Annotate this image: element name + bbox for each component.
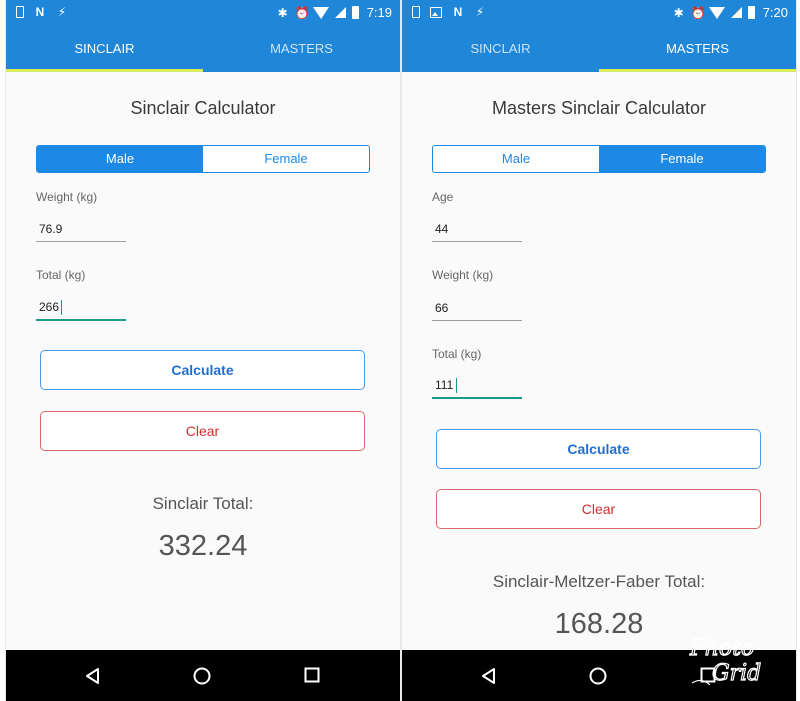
n-icon: N — [453, 5, 463, 19]
weight-label: Weight (kg) — [36, 190, 98, 204]
tab-masters[interactable]: MASTERS — [203, 26, 400, 72]
total-input[interactable] — [432, 373, 522, 399]
content: Masters Sinclair Calculator Male Female … — [402, 72, 796, 650]
result-value: 332.24 — [158, 530, 248, 562]
screen-icon — [412, 6, 420, 18]
gender-toggle: Male Female — [36, 145, 370, 173]
bluetooth-icon: ✱ — [673, 5, 684, 20]
weight-input[interactable] — [36, 216, 126, 242]
text-caret — [456, 378, 457, 393]
status-time: 7:19 — [366, 5, 392, 20]
calculate-button[interactable]: Calculate — [436, 429, 761, 469]
age-input[interactable] — [432, 216, 522, 242]
status-bar: N ⚡ ✱ ⏰ 7:19 — [6, 0, 400, 26]
clear-button[interactable]: Clear — [436, 489, 761, 529]
screen-icon — [16, 6, 24, 18]
back-icon[interactable] — [480, 667, 496, 690]
n-icon: N — [35, 5, 45, 19]
alarm-icon: ⏰ — [294, 5, 310, 20]
gender-female[interactable]: Female — [203, 146, 369, 172]
wifi-icon — [708, 6, 725, 19]
home-icon[interactable] — [589, 667, 607, 690]
gender-male[interactable]: Male — [37, 146, 203, 172]
svg-text:Photo: Photo — [689, 636, 754, 661]
result-label: Sinclair Total: — [152, 494, 254, 513]
battery-icon — [351, 6, 359, 19]
calculate-button[interactable]: Calculate — [40, 350, 365, 390]
gender-female[interactable]: Female — [599, 146, 765, 172]
clear-button[interactable]: Clear — [40, 411, 365, 451]
bolt-icon: ⚡ — [57, 5, 67, 19]
signal-icon — [730, 7, 742, 18]
tab-masters[interactable]: MASTERS — [599, 26, 796, 72]
text-caret — [61, 300, 62, 315]
home-icon[interactable] — [193, 667, 211, 690]
status-bar: N ⚡ ✱ ⏰ 7:20 — [402, 0, 796, 26]
wifi-icon — [312, 6, 329, 19]
photo-grid-watermark: Photo Grid — [682, 625, 782, 695]
age-label: Age — [432, 190, 454, 204]
tab-bar: SINCLAIR MASTERS — [6, 26, 400, 72]
alarm-icon: ⏰ — [690, 5, 706, 20]
gender-male[interactable]: Male — [433, 146, 599, 172]
signal-icon — [334, 7, 346, 18]
phone-screen-right: N ⚡ ✱ ⏰ 7:20 SINCLAIR MASTERS Masters Si… — [402, 0, 796, 701]
total-label: Total (kg) — [36, 268, 86, 282]
nav-bar — [6, 650, 400, 701]
tab-sinclair[interactable]: SINCLAIR — [402, 26, 599, 72]
tab-sinclair[interactable]: SINCLAIR — [6, 26, 203, 72]
bluetooth-icon: ✱ — [277, 5, 288, 20]
recents-icon[interactable] — [304, 667, 320, 688]
total-input[interactable] — [36, 295, 126, 321]
total-label: Total (kg) — [432, 347, 482, 361]
back-icon[interactable] — [84, 667, 100, 690]
result-label: Sinclair-Meltzer-Faber Total: — [492, 572, 706, 591]
battery-icon — [747, 6, 755, 19]
weight-label: Weight (kg) — [432, 268, 494, 282]
phone-screen-left: N ⚡ ✱ ⏰ 7:19 SINCLAIR MASTERS Sinclair C… — [6, 0, 400, 701]
status-time: 7:20 — [762, 5, 788, 20]
gender-toggle: Male Female — [432, 145, 766, 173]
tab-bar: SINCLAIR MASTERS — [402, 26, 796, 72]
bolt-icon: ⚡ — [475, 5, 485, 19]
page-title: Sinclair Calculator — [130, 98, 276, 118]
weight-input[interactable] — [432, 295, 522, 321]
content: Sinclair Calculator Male Female Weight (… — [6, 72, 400, 650]
page-title: Masters Sinclair Calculator — [491, 98, 707, 118]
image-icon — [430, 6, 442, 18]
svg-text:Grid: Grid — [712, 661, 761, 686]
